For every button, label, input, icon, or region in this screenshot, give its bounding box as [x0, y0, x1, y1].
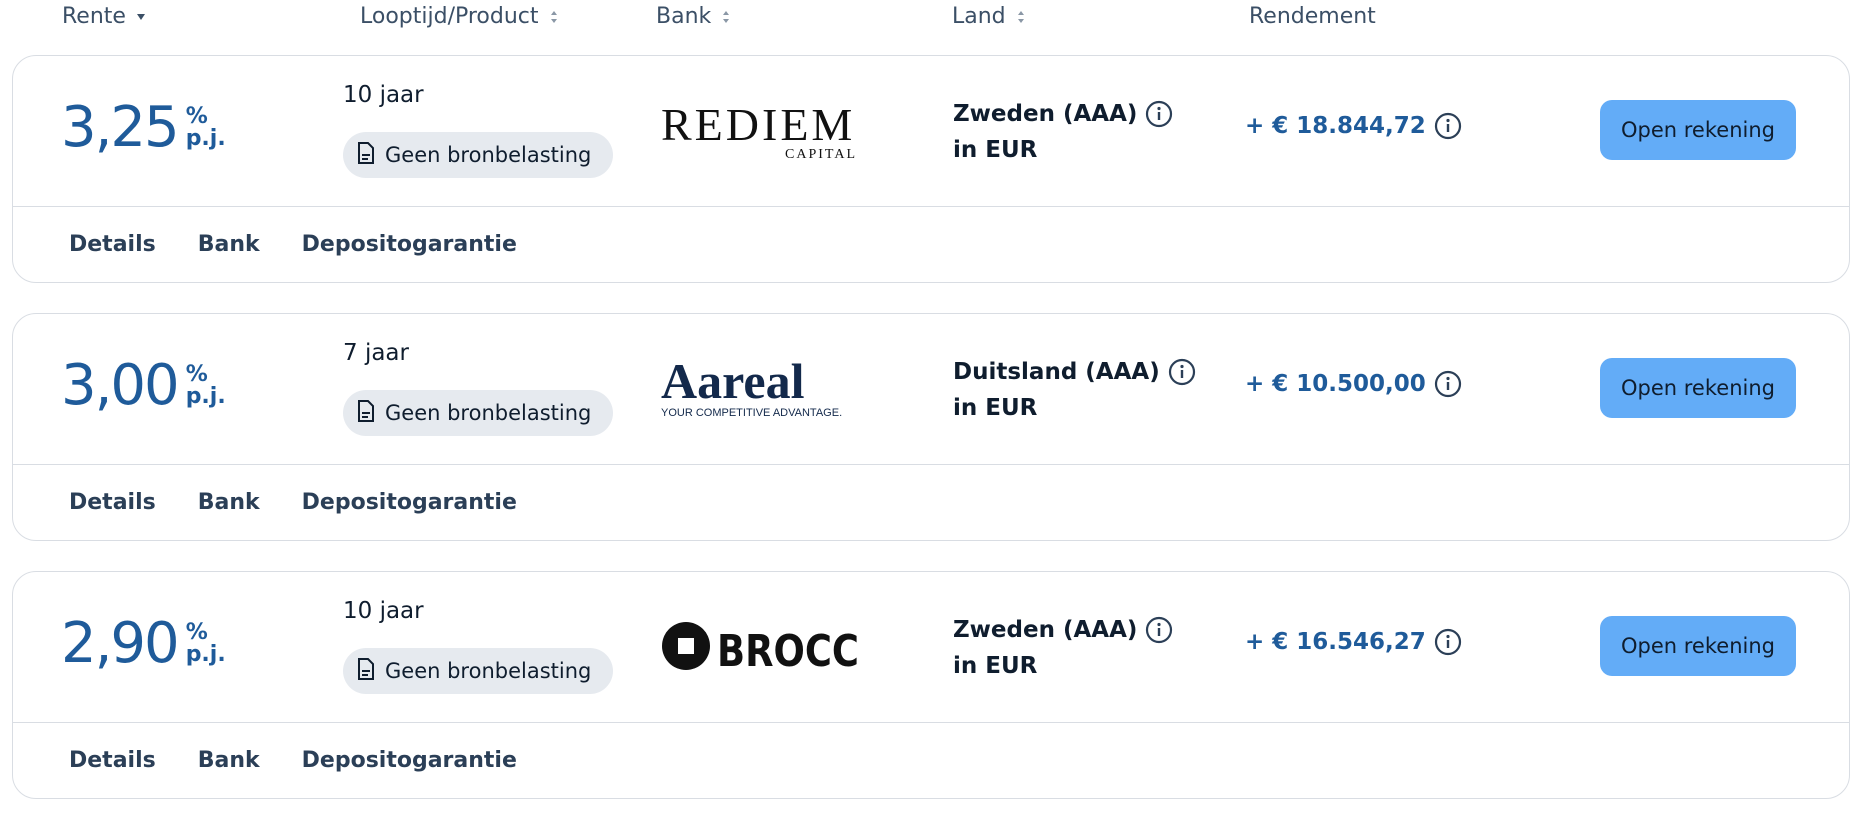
caret-down-icon [136, 13, 146, 21]
offer-summary: 3,00 % p.j. 7 jaar Geen bronbelasting Aa… [13, 314, 1849, 465]
yield-value: + € 16.546,27 [1245, 629, 1426, 655]
bank-logo-brocc: BROCC [661, 614, 861, 678]
offer-summary: 3,25 % p.j. 10 jaar Geen bronbelasting R… [13, 56, 1849, 207]
yield-value: + € 10.500,00 [1245, 371, 1426, 397]
rate-unit: % p.j. [185, 620, 226, 667]
tab-details[interactable]: Details [69, 232, 156, 257]
product-label: Geen bronbelasting [385, 659, 592, 683]
tab-depositogarantie[interactable]: Depositogarantie [302, 490, 517, 515]
offer-tabs: Details Bank Depositogarantie [69, 206, 517, 282]
currency-label: in EUR [953, 653, 1038, 679]
interest-rate: 3,25 % p.j. [61, 96, 226, 160]
product-badge[interactable]: Geen bronbelasting [343, 132, 614, 178]
offer-card: 2,90 % p.j. 10 jaar Geen bronbelasting B… [12, 571, 1850, 799]
product-badge[interactable]: Geen bronbelasting [343, 390, 614, 436]
product-label: Geen bronbelasting [385, 401, 592, 425]
document-icon [357, 399, 375, 427]
yield: + € 18.844,72 [1245, 112, 1462, 140]
term-label: 7 jaar [343, 340, 409, 366]
open-account-button[interactable]: Open rekening [1600, 616, 1796, 676]
rate-value: 3,25 [61, 95, 180, 160]
offer-tabs: Details Bank Depositogarantie [69, 464, 517, 540]
yield-value: + € 18.844,72 [1245, 113, 1426, 139]
currency-label: in EUR [953, 395, 1038, 421]
term-label: 10 jaar [343, 82, 424, 108]
info-icon[interactable] [1145, 100, 1173, 128]
info-icon[interactable] [1434, 628, 1462, 656]
sort-icon [1016, 9, 1026, 25]
country-label: Duitsland (AAA) [953, 359, 1160, 385]
header-bank-label: Bank [656, 4, 712, 29]
interest-rate: 3,00 % p.j. [61, 354, 226, 418]
sort-looptijd[interactable]: Looptijd/Product [360, 4, 559, 29]
tab-details[interactable]: Details [69, 490, 156, 515]
svg-text:YOUR COMPETITIVE ADVANTAGE.: YOUR COMPETITIVE ADVANTAGE. [661, 407, 842, 419]
offer-tabs: Details Bank Depositogarantie [69, 722, 517, 798]
open-account-button[interactable]: Open rekening [1600, 358, 1796, 418]
info-icon[interactable] [1434, 370, 1462, 398]
tab-bank[interactable]: Bank [198, 490, 260, 515]
header-rendement-label: Rendement [1249, 4, 1376, 29]
header-looptijd-label: Looptijd/Product [360, 4, 539, 29]
rate-value: 2,90 [61, 611, 180, 676]
document-icon [357, 141, 375, 169]
header-rente-label: Rente [62, 4, 126, 29]
rate-unit: % p.j. [185, 104, 226, 151]
product-label: Geen bronbelasting [385, 143, 592, 167]
tab-details[interactable]: Details [69, 748, 156, 773]
sort-land[interactable]: Land [952, 4, 1026, 29]
country: Duitsland (AAA) in EUR [953, 354, 1196, 426]
header-rendement: Rendement [1249, 4, 1376, 29]
offer-summary: 2,90 % p.j. 10 jaar Geen bronbelasting B… [13, 572, 1849, 723]
info-icon[interactable] [1145, 616, 1173, 644]
country: Zweden (AAA) in EUR [953, 96, 1173, 168]
tab-depositogarantie[interactable]: Depositogarantie [302, 232, 517, 257]
svg-text:REDIEM: REDIEM [661, 99, 855, 150]
country-label: Zweden (AAA) [953, 101, 1138, 127]
bank-logo-rediem: REDIEM CAPITAL [661, 98, 861, 162]
tab-bank[interactable]: Bank [198, 748, 260, 773]
sort-bank[interactable]: Bank [656, 4, 731, 29]
yield: + € 10.500,00 [1245, 370, 1462, 398]
info-icon[interactable] [1168, 358, 1196, 386]
table-header: Rente Looptijd/Product Bank Land Rendeme… [0, 0, 1861, 40]
country-label: Zweden (AAA) [953, 617, 1138, 643]
open-account-button[interactable]: Open rekening [1600, 100, 1796, 160]
country: Zweden (AAA) in EUR [953, 612, 1173, 684]
interest-rate: 2,90 % p.j. [61, 612, 226, 676]
offer-card: 3,00 % p.j. 7 jaar Geen bronbelasting Aa… [12, 313, 1850, 541]
svg-text:CAPITAL: CAPITAL [785, 147, 857, 162]
sort-icon [721, 9, 731, 25]
bank-logo-aareal: Aareal YOUR COMPETITIVE ADVANTAGE. [661, 353, 861, 420]
sort-rente[interactable]: Rente [62, 4, 146, 29]
term-label: 10 jaar [343, 598, 424, 624]
svg-text:Aareal: Aareal [661, 356, 805, 409]
rate-value: 3,00 [61, 353, 180, 418]
tab-depositogarantie[interactable]: Depositogarantie [302, 748, 517, 773]
rate-unit: % p.j. [185, 362, 226, 409]
yield: + € 16.546,27 [1245, 628, 1462, 656]
currency-label: in EUR [953, 137, 1038, 163]
header-land-label: Land [952, 4, 1006, 29]
offer-card: 3,25 % p.j. 10 jaar Geen bronbelasting R… [12, 55, 1850, 283]
document-icon [357, 657, 375, 685]
sort-icon [549, 9, 559, 25]
svg-text:BROCC: BROCC [717, 626, 859, 677]
info-icon[interactable] [1434, 112, 1462, 140]
tab-bank[interactable]: Bank [198, 232, 260, 257]
product-badge[interactable]: Geen bronbelasting [343, 648, 614, 694]
